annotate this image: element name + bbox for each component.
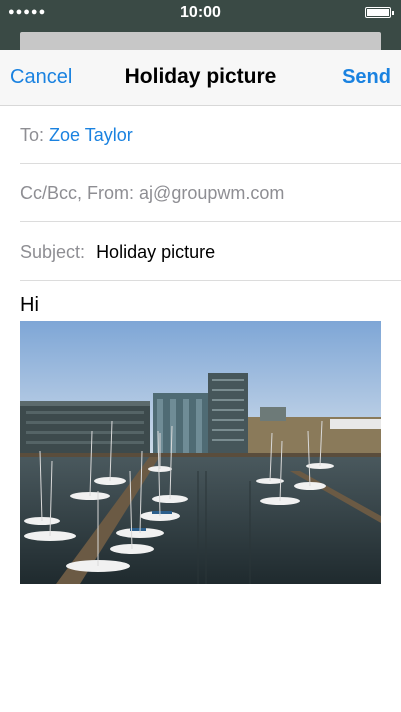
cc-bcc-from-label: Cc/Bcc, From: — [20, 183, 135, 203]
to-field[interactable]: To: Zoe Taylor — [20, 106, 401, 164]
harbor-photo-image — [20, 321, 381, 584]
message-body[interactable]: Hi — [20, 294, 39, 317]
subject-field[interactable]: Subject: Holiday picture — [20, 223, 401, 281]
compose-title: Holiday picture — [124, 65, 277, 88]
underlying-card — [20, 32, 381, 50]
recipient-chip[interactable]: Zoe Taylor — [49, 125, 133, 145]
status-bar: ●●●●● 10:00 — [0, 0, 401, 26]
from-address[interactable]: aj@groupwm.com — [139, 183, 284, 203]
status-time: 10:00 — [180, 4, 221, 21]
attached-photo[interactable] — [20, 321, 381, 584]
sheet-behind — [0, 26, 401, 50]
cc-bcc-from-field[interactable]: Cc/Bcc, From: aj@groupwm.com — [20, 164, 401, 222]
send-button[interactable]: Send — [342, 66, 391, 89]
compose-nav-bar: Cancel Holiday picture Send — [0, 50, 401, 106]
to-label: To: — [20, 125, 45, 145]
subject-input[interactable]: Holiday picture — [96, 242, 215, 262]
subject-label: Subject: — [20, 242, 86, 262]
battery-icon — [365, 7, 394, 18]
